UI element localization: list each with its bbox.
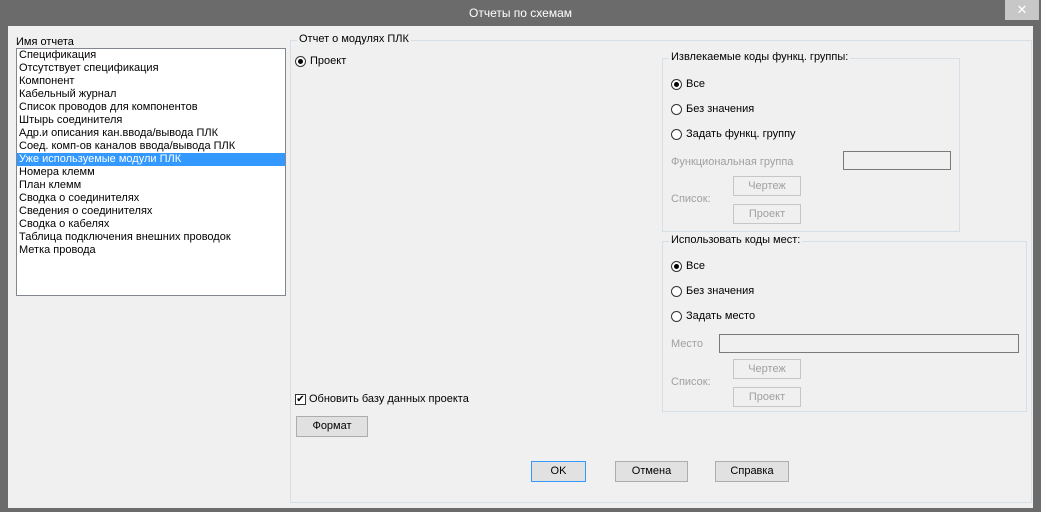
project-radio[interactable]: Проект xyxy=(295,55,346,67)
loc-none-radio-circle xyxy=(671,285,682,297)
list-item[interactable]: План клемм xyxy=(17,179,285,192)
list-item[interactable]: Соед. комп-ов каналов ввода/вывода ПЛК xyxy=(17,140,285,153)
loc-none-label: Без значения xyxy=(686,285,755,297)
list-item[interactable]: Метка провода xyxy=(17,244,285,257)
list-item[interactable]: Отсутствует спецификация xyxy=(17,62,285,75)
window-frame-right xyxy=(1033,26,1041,512)
func-all-label: Все xyxy=(686,78,705,90)
update-db-label: Обновить базу данных проекта xyxy=(309,393,469,405)
list-item[interactable]: Кабельный журнал xyxy=(17,88,285,101)
loc-all-label: Все xyxy=(686,260,705,272)
ok-button[interactable]: OK xyxy=(531,461,586,482)
close-icon: ✕ xyxy=(1016,2,1028,17)
list-item[interactable]: Сводка о соединителях xyxy=(17,192,285,205)
update-db-check-icon: ✔ xyxy=(295,393,306,405)
func-set-radio-circle xyxy=(671,128,682,140)
help-button[interactable]: Справка xyxy=(715,461,789,482)
loc-set-label: Задать место xyxy=(686,310,756,322)
func-group-box: Извлекаемые коды функц. группы: Все Без … xyxy=(662,51,960,232)
func-all-radio[interactable]: Все xyxy=(671,78,705,90)
window-title: Отчеты по схемам xyxy=(468,6,573,20)
list-item[interactable]: Адр.и описания кан.ввода/вывода ПЛК xyxy=(17,127,285,140)
loc-list-label: Список: xyxy=(671,376,711,388)
list-item[interactable]: Номера клемм xyxy=(17,166,285,179)
location-field-label: Место xyxy=(671,338,703,350)
func-none-label: Без значения xyxy=(686,103,755,115)
func-list-label: Список: xyxy=(671,193,711,205)
dialog-client: Имя отчета Спецификация Отсутствует специ… xyxy=(8,26,1033,508)
list-item[interactable]: Штырь соединителя xyxy=(17,114,285,127)
plc-report-group: Отчет о модулях ПЛК Проект Извлекаемые к… xyxy=(290,33,1032,503)
window-frame-bottom xyxy=(0,508,1041,512)
func-set-radio[interactable]: Задать функц. группу xyxy=(671,128,796,140)
list-item[interactable]: Компонент xyxy=(17,75,285,88)
loc-drawing-button[interactable]: Чертеж xyxy=(733,359,801,379)
loc-all-radio[interactable]: Все xyxy=(671,260,705,272)
list-item[interactable]: Спецификация xyxy=(17,49,285,62)
location-group-box: Использовать коды мест: Все Без значения… xyxy=(662,234,1027,412)
list-item[interactable]: Сведения о соединителях xyxy=(17,205,285,218)
loc-all-radio-circle xyxy=(671,260,682,272)
project-radio-label: Проект xyxy=(310,55,347,67)
func-set-label: Задать функц. группу xyxy=(686,128,796,140)
loc-project-button[interactable]: Проект xyxy=(733,387,801,407)
plc-report-group-title: Отчет о модулях ПЛК xyxy=(297,33,411,45)
func-group-input[interactable] xyxy=(843,151,951,170)
loc-none-radio[interactable]: Без значения xyxy=(671,285,754,297)
loc-set-radio-circle xyxy=(671,310,682,322)
func-group-field-label: Функциональная группа xyxy=(671,156,794,168)
func-none-radio-circle xyxy=(671,103,682,115)
func-drawing-button[interactable]: Чертеж xyxy=(733,176,801,196)
window-frame-left xyxy=(0,26,8,512)
format-button[interactable]: Формат xyxy=(296,416,368,437)
report-name-label: Имя отчета xyxy=(16,36,74,48)
list-item[interactable]: Таблица подключения внешних проводок xyxy=(17,231,285,244)
list-item[interactable]: Сводка о кабелях xyxy=(17,218,285,231)
func-project-button[interactable]: Проект xyxy=(733,204,801,224)
func-none-radio[interactable]: Без значения xyxy=(671,103,754,115)
cancel-button[interactable]: Отмена xyxy=(615,461,688,482)
func-group-title: Извлекаемые коды функц. группы: xyxy=(669,51,851,63)
project-radio-circle xyxy=(295,55,306,67)
loc-set-radio[interactable]: Задать место xyxy=(671,310,755,322)
list-item[interactable]: Список проводов для компонентов xyxy=(17,101,285,114)
update-db-checkbox[interactable]: ✔ Обновить базу данных проекта xyxy=(295,393,469,405)
window-titlebar: Отчеты по схемам xyxy=(0,0,1041,26)
func-all-radio-circle xyxy=(671,78,682,90)
close-button[interactable]: ✕ xyxy=(1005,0,1039,20)
report-list[interactable]: Спецификация Отсутствует спецификация Комп… xyxy=(16,48,286,296)
list-item[interactable]: Уже используемые модули ПЛК xyxy=(17,153,285,166)
location-group-title: Использовать коды мест: xyxy=(669,234,803,246)
location-input[interactable] xyxy=(719,334,1019,353)
